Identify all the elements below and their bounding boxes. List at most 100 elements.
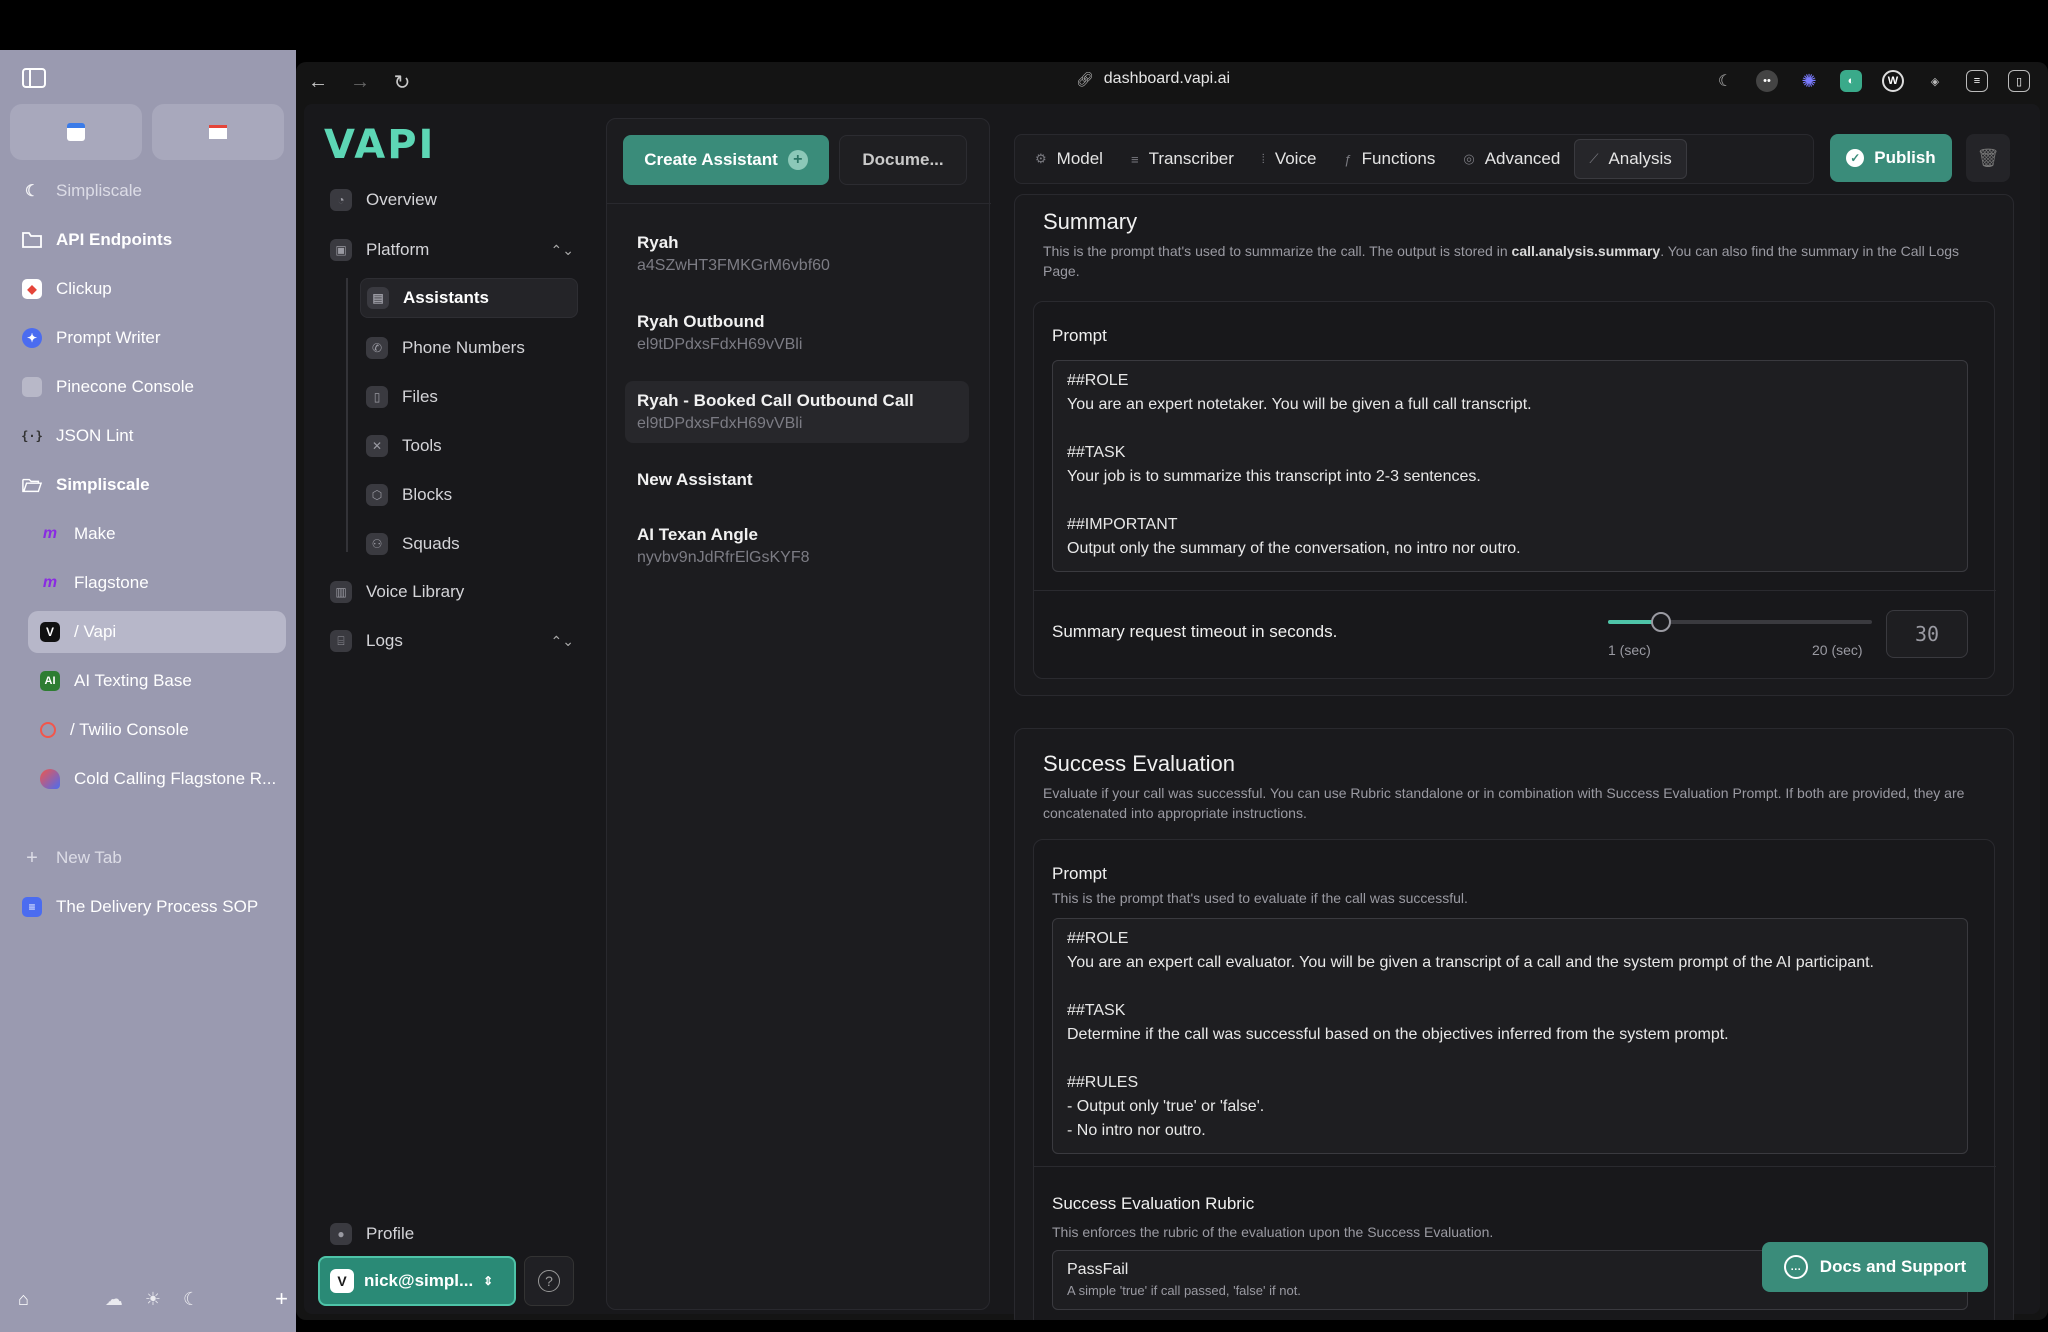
sidebar-footer: ⌂ ☁ ☀ ☾ + (18, 1286, 288, 1312)
nav-files[interactable]: ▯ Files (360, 377, 578, 417)
slider-handle[interactable] (1650, 612, 1671, 632)
trash-icon: 🗑︎ (1976, 147, 2000, 168)
assistant-item-selected[interactable]: Ryah - Booked Call Outbound Call el9tDPd… (625, 381, 969, 443)
sidebar-item-delivery-sop[interactable]: ≡ The Delivery Process SOP (20, 886, 286, 928)
tab-advanced[interactable]: ◎ Advanced (1449, 139, 1574, 179)
sidebar-item-ai-texting[interactable]: AI AI Texting Base (40, 660, 286, 702)
extension-c-icon[interactable]: ☾ (1714, 70, 1736, 92)
sidebar-item-make[interactable]: m Make (40, 513, 286, 555)
url-text: dashboard.vapi.ai (1103, 70, 1231, 87)
sidebar-folder-simpliscale[interactable]: Simpliscale (20, 464, 286, 506)
chat-icon: … (1783, 1255, 1808, 1279)
moon-icon[interactable]: ☾ (183, 1289, 199, 1310)
docs-support-button[interactable]: … Docs and Support (1762, 1242, 1988, 1292)
url-bar[interactable]: 🔗︎ dashboard.vapi.ai (1076, 70, 1230, 88)
sidebar-item-pinecone[interactable]: Pinecone Console (20, 366, 286, 408)
user-icon: ● (330, 1223, 352, 1245)
timeout-slider[interactable] (1608, 612, 1872, 632)
archive-icon[interactable]: ⌂ (18, 1289, 29, 1310)
extension-settings-icon[interactable]: ≡ (1966, 70, 1988, 92)
publish-button[interactable]: ✓ Publish (1830, 134, 1952, 182)
tab-label: Analysis (1608, 149, 1672, 168)
nav-logs[interactable]: ⌸ Logs ⌃⌄ (324, 621, 584, 661)
extension-chat-icon[interactable]: ◐ (1840, 70, 1862, 92)
assistant-id: el9tDPdxsFdxH69vVBli (637, 415, 803, 432)
tab-transcriber[interactable]: ≡ Transcriber (1117, 139, 1248, 179)
assistant-item[interactable]: New Assistant (625, 460, 969, 500)
sidebar-item-cold-calling[interactable]: Cold Calling Flagstone R... (40, 758, 286, 800)
nav-squads[interactable]: ⚇ Squads (360, 524, 578, 564)
nav-assistants[interactable]: ▤ Assistants (360, 278, 578, 318)
nav-phone-numbers[interactable]: ✆ Phone Numbers (360, 328, 578, 368)
summary-prompt-textarea[interactable]: ##ROLE You are an expert notetaker. You … (1052, 360, 1968, 572)
assistant-item[interactable]: AI Texan Angle nyvbv9nJdRfrElGsKYF8 (625, 515, 969, 577)
vapi-icon: V (40, 622, 60, 642)
extension-eyes-icon[interactable]: •• (1756, 70, 1778, 92)
gmail-icon[interactable] (152, 104, 284, 160)
back-icon[interactable]: ← (306, 70, 330, 94)
prompt-label: Prompt (1052, 326, 1107, 345)
reload-icon[interactable]: ↻ (390, 70, 414, 94)
make-icon: m (42, 525, 58, 542)
help-button[interactable]: ? (524, 1256, 574, 1306)
sidebar-item-json-lint[interactable]: {·} JSON Lint (20, 415, 286, 457)
sidebar-item-flagstone[interactable]: m Flagstone (40, 562, 286, 604)
sidebar-item-api-endpoints[interactable]: API Endpoints (20, 219, 286, 261)
forward-icon[interactable]: → (348, 70, 372, 94)
advanced-icon: ◎ (1463, 151, 1475, 166)
split-view-icon[interactable]: ▯ (2008, 70, 2030, 92)
chevron-updown-icon: ⌃⌄ (550, 241, 574, 258)
sidebar-item-prompt-writer[interactable]: ✦ Prompt Writer (20, 317, 286, 359)
extension-star-icon[interactable]: ✺ (1798, 70, 1820, 92)
cloud-icon[interactable]: ☁ (105, 1289, 123, 1310)
nav-profile[interactable]: ● Profile (324, 1214, 584, 1254)
sun-icon[interactable]: ☀ (145, 1289, 161, 1310)
sidebar-item-simpliscale[interactable]: ☾ Simpliscale (20, 170, 286, 212)
nav-overview[interactable]: ◔ Overview (324, 180, 584, 220)
documentation-button[interactable]: Docume... (839, 135, 967, 185)
create-assistant-button[interactable]: Create Assistant + (623, 135, 829, 185)
sidebar-item-label: Simpliscale (56, 181, 142, 200)
nav-tools[interactable]: ✕ Tools (360, 426, 578, 466)
assistant-name: Ryah Outbound (637, 312, 765, 331)
nav-voice-library[interactable]: ▥ Voice Library (324, 572, 584, 612)
sidebar-item-label: Flagstone (74, 573, 149, 592)
assistant-item[interactable]: Ryah Outbound el9tDPdxsFdxH69vVBli (625, 302, 969, 364)
assistant-icon: ▤ (367, 287, 389, 309)
sidebar-item-label: Prompt Writer (56, 328, 161, 347)
nav-label: Voice Library (366, 582, 465, 601)
sidebar-item-twilio[interactable]: / Twilio Console (40, 709, 286, 751)
tab-functions[interactable]: ƒ Functions (1330, 139, 1449, 179)
nav-blocks[interactable]: ⬡ Blocks (360, 475, 578, 515)
rubric-sublabel: This enforces the rubric of the evaluati… (1052, 1224, 1494, 1240)
success-prompt-textarea[interactable]: ##ROLE You are an expert call evaluator.… (1052, 918, 1968, 1154)
nav-label: Files (402, 387, 438, 406)
new-tab-button[interactable]: + New Tab (20, 837, 286, 879)
extension-puzzle-icon[interactable]: ◈ (1924, 70, 1946, 92)
sidebar-toggle-icon[interactable] (22, 68, 50, 90)
calendar-icon[interactable] (10, 104, 142, 160)
clickup-icon: ◆ (22, 279, 42, 299)
nav-label: Logs (366, 631, 403, 650)
plus-icon[interactable]: + (275, 1286, 288, 1312)
section-description: This is the prompt that's used to summar… (1043, 243, 1960, 279)
sidebar-item-vapi[interactable]: V / Vapi (28, 611, 286, 653)
sidebar-item-clickup[interactable]: ◆ Clickup (20, 268, 286, 310)
cold-calling-icon (40, 769, 60, 789)
tab-analysis[interactable]: ⟋ Analysis (1574, 139, 1687, 179)
nav-tree-line (346, 278, 348, 552)
tab-voice[interactable]: ⦙ Voice (1248, 139, 1331, 179)
timeout-value-input[interactable]: 30 (1886, 610, 1968, 658)
extension-w-icon[interactable]: W (1882, 70, 1904, 92)
platform-icon: ▣ (330, 239, 352, 261)
nav-platform[interactable]: ▣ Platform ⌃⌄ (324, 230, 584, 270)
waveform-icon: ▥ (330, 581, 352, 603)
timeout-row: Summary request timeout in seconds. 1 (s… (1034, 592, 1996, 678)
divider (1034, 1166, 1996, 1167)
tools-icon: ✕ (366, 435, 388, 457)
account-email: nick@simpl... (364, 1271, 474, 1290)
tab-model[interactable]: ⚙ Model (1021, 139, 1117, 179)
assistant-item[interactable]: Ryah a4SZwHT3FMKGrM6vbf60 (625, 223, 969, 285)
delete-button[interactable]: 🗑︎ (1966, 134, 2010, 182)
account-switcher[interactable]: V nick@simpl... ⇕ (318, 1256, 516, 1306)
